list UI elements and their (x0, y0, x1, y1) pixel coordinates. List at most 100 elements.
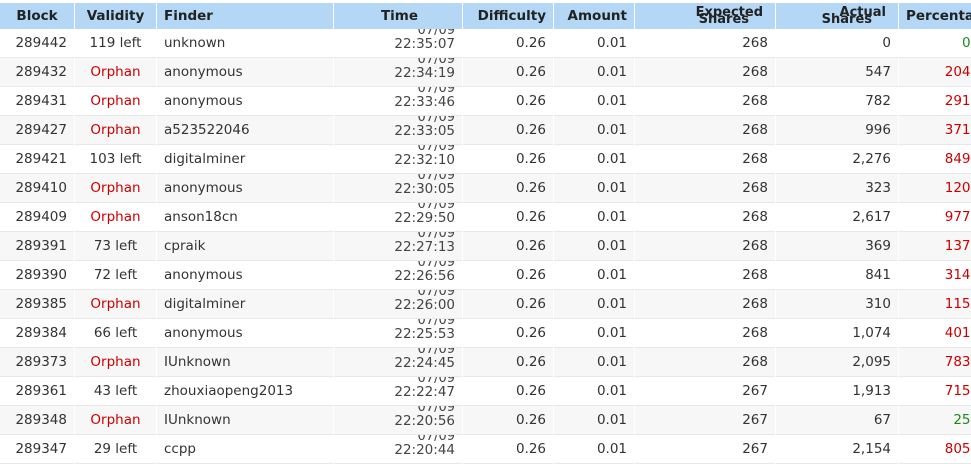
table-row: 289361 43 left zhouxiaopeng2013 07/09 22:22:… (0, 377, 971, 406)
header-validity[interactable]: Validity (75, 3, 156, 29)
cell-expected: 268 (635, 29, 775, 58)
cell-finder: IUnknown (157, 406, 333, 435)
cell-finder: a523522046 (157, 116, 333, 145)
header-actual-line1: Actual (839, 5, 886, 20)
cell-actual: 1,074 (776, 319, 898, 348)
cell-percentage: 715.25 (899, 377, 971, 406)
block-link[interactable]: 289427 (15, 122, 67, 138)
cell-difficulty: 0.26 (463, 261, 553, 290)
cell-time: 07/09 22:24:45 (334, 348, 462, 377)
cell-block[interactable]: 289421 (0, 145, 74, 174)
cell-finder: zhouxiaopeng2013 (157, 377, 333, 406)
cell-finder: unknown (157, 29, 333, 58)
cell-finder: anonymous (157, 58, 333, 87)
cell-difficulty: 0.26 (463, 29, 553, 58)
cell-actual: 841 (776, 261, 898, 290)
cell-time: 07/09 22:35:07 (334, 29, 462, 58)
cell-actual: 996 (776, 116, 898, 145)
block-link[interactable]: 289361 (15, 383, 67, 399)
cell-finder: digitalminer (157, 290, 333, 319)
cell-amount: 0.01 (554, 174, 634, 203)
cell-block[interactable]: 289361 (0, 377, 74, 406)
cell-amount: 0.01 (554, 87, 634, 116)
cell-percentage: 204.22 (899, 58, 971, 87)
cell-finder: anonymous (157, 87, 333, 116)
time-clock: 22:26:56 (394, 268, 455, 284)
cell-difficulty: 0.26 (463, 406, 553, 435)
block-link[interactable]: 289431 (15, 93, 67, 109)
block-link[interactable]: 289410 (15, 180, 67, 196)
header-finder[interactable]: Finder (157, 3, 333, 29)
header-actual-shares[interactable]: Shares Actual (776, 3, 898, 29)
cell-expected: 268 (635, 58, 775, 87)
block-link[interactable]: 289348 (15, 412, 67, 428)
cell-expected: 268 (635, 87, 775, 116)
cell-block[interactable]: 289390 (0, 261, 74, 290)
cell-time: 07/09 22:27:13 (334, 232, 462, 261)
cell-block[interactable]: 289431 (0, 87, 74, 116)
cell-block[interactable]: 289385 (0, 290, 74, 319)
cell-validity: Orphan (75, 290, 156, 319)
header-amount[interactable]: Amount (554, 3, 634, 29)
block-link[interactable]: 289384 (15, 325, 67, 341)
cell-difficulty: 0.26 (463, 348, 553, 377)
cell-block[interactable]: 289410 (0, 174, 74, 203)
block-link[interactable]: 289409 (15, 209, 67, 225)
cell-block[interactable]: 289409 (0, 203, 74, 232)
cell-finder: digitalminer (157, 145, 333, 174)
header-difficulty[interactable]: Difficulty (463, 3, 553, 29)
table-row: 289431 Orphan anonymous 07/09 22:33:46 0.26 0.… (0, 87, 971, 116)
cell-block[interactable]: 289373 (0, 348, 74, 377)
cell-amount: 0.01 (554, 116, 634, 145)
cell-time: 07/09 22:20:56 (334, 406, 462, 435)
cell-percentage: 25.06 (899, 406, 971, 435)
cell-time: 07/09 22:33:05 (334, 116, 462, 145)
cell-block[interactable]: 289348 (0, 406, 74, 435)
table-row: 289373 Orphan IUnknown 07/09 22:24:45 0.26 0.0… (0, 348, 971, 377)
cell-amount: 0.01 (554, 145, 634, 174)
table-row: 289432 Orphan anonymous 07/09 22:34:19 0.26 0.… (0, 58, 971, 87)
block-link[interactable]: 289385 (15, 296, 67, 312)
block-link[interactable]: 289391 (15, 238, 67, 254)
cell-validity: Orphan (75, 203, 156, 232)
cell-time: 07/09 22:30:05 (334, 174, 462, 203)
cell-actual: 310 (776, 290, 898, 319)
table-header-row: Block Validity Finder Time Difficulty Am… (0, 3, 971, 29)
time-clock: 22:35:07 (394, 36, 455, 52)
header-block[interactable]: Block (0, 3, 74, 29)
cell-block[interactable]: 289427 (0, 116, 74, 145)
header-expected-shares[interactable]: Shares Expected (635, 3, 775, 29)
cell-time: 07/09 22:34:19 (334, 58, 462, 87)
cell-amount: 0.01 (554, 406, 634, 435)
cell-block[interactable]: 289384 (0, 319, 74, 348)
header-time[interactable]: Time (334, 3, 462, 29)
block-link[interactable]: 289390 (15, 267, 67, 283)
cell-block[interactable]: 289432 (0, 58, 74, 87)
block-link[interactable]: 289347 (15, 441, 67, 457)
block-link[interactable]: 289373 (15, 354, 67, 370)
cell-validity: 103 left (75, 145, 156, 174)
cell-percentage: 977.38 (899, 203, 971, 232)
cell-finder: IUnknown (157, 348, 333, 377)
cell-time: 07/09 22:22:47 (334, 377, 462, 406)
block-link[interactable]: 289432 (15, 64, 67, 80)
cell-percentage: 115.83 (899, 290, 971, 319)
time-clock: 22:30:05 (394, 181, 455, 197)
cell-amount: 0.01 (554, 261, 634, 290)
cell-expected: 268 (635, 261, 775, 290)
cell-block[interactable]: 289442 (0, 29, 74, 58)
block-link[interactable]: 289442 (15, 35, 67, 51)
block-link[interactable]: 289421 (15, 151, 67, 167)
time-clock: 22:20:56 (394, 413, 455, 429)
table-row: 289390 72 left anonymous 07/09 22:26:56 0.26 0… (0, 261, 971, 290)
cell-block[interactable]: 289391 (0, 232, 74, 261)
cell-percentage: 137.87 (899, 232, 971, 261)
cell-difficulty: 0.26 (463, 174, 553, 203)
header-percentage[interactable]: Percentage (899, 3, 971, 29)
time-clock: 22:26:00 (394, 297, 455, 313)
cell-difficulty: 0.26 (463, 203, 553, 232)
cell-actual: 2,276 (776, 145, 898, 174)
table-row: 289391 73 left cpraik 07/09 22:27:13 0.26 0.01… (0, 232, 971, 261)
table-row: 289384 66 left anonymous 07/09 22:25:53 0.26 0… (0, 319, 971, 348)
cell-amount: 0.01 (554, 348, 634, 377)
